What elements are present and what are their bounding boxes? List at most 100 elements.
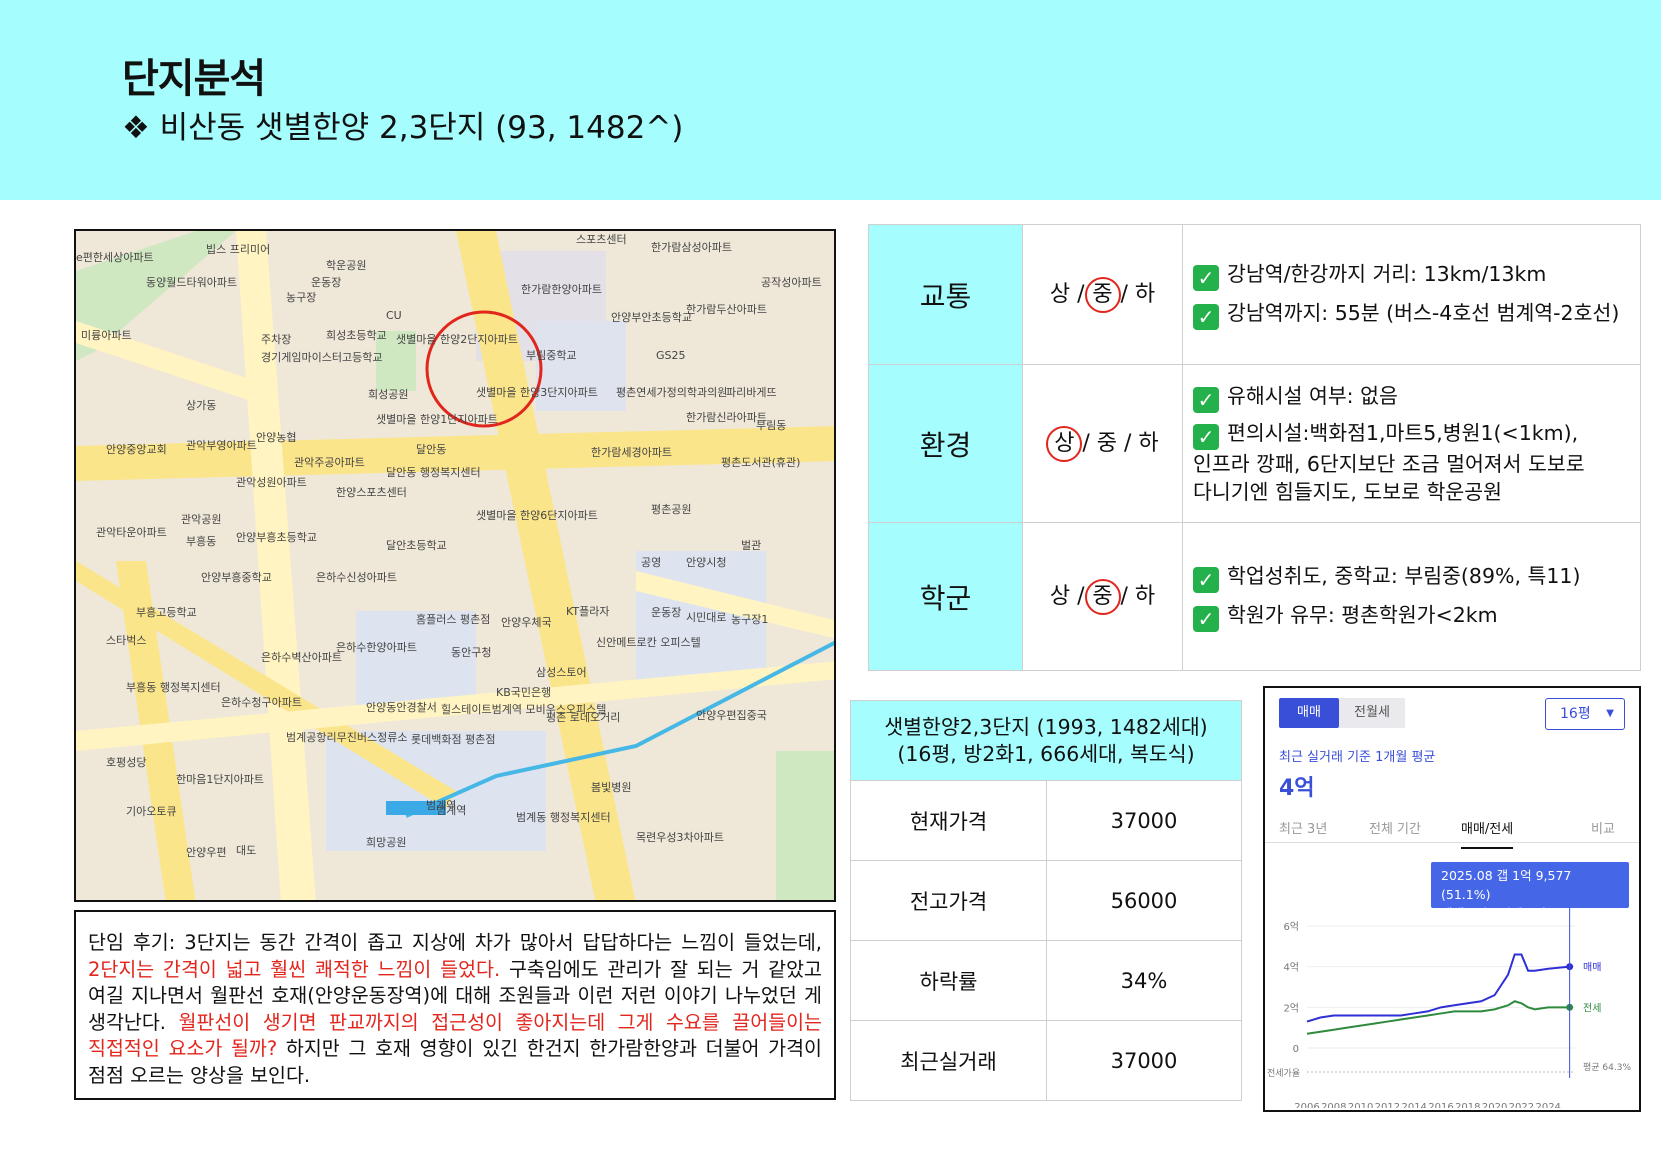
x-tick-label: 2006 [1294, 1102, 1319, 1108]
price-label: 하락률 [850, 940, 1047, 1021]
description-line: 강남역/한강까지 거리: 13km/13km [1227, 261, 1547, 286]
x-tick-label: 2018 [1455, 1102, 1480, 1108]
map-label: 경기게임마이스터고등학교 [261, 351, 382, 364]
map-label: 목련우성3차아파트 [636, 831, 724, 844]
map-label: 운동장 [651, 606, 681, 619]
level-cell: 상 / 중 / 하 [1022, 522, 1183, 671]
map-label: 안양중앙교회 [106, 443, 167, 456]
map-label: 안양부흥중학교 [201, 570, 272, 584]
map-label: 은하수한양아파트 [336, 640, 417, 654]
price-chart[interactable]: 6억4억2억02006 2008 2010 2012 2014 2016 2018 2020 2… [1265, 908, 1641, 1108]
map-label: 시민대로 [686, 611, 726, 624]
price-row: 전고가격 56000 [850, 860, 1242, 941]
map-label: 학운공원 [326, 259, 366, 272]
map-label: 관악성원아파트 [236, 476, 307, 489]
map-label: 부림중학교 [526, 349, 577, 362]
map-label: 관악타운아파트 [96, 526, 167, 539]
check-icon: ✓ [1193, 566, 1219, 593]
map-label: 달안동 행정복지센터 [386, 466, 481, 479]
map-label: 한가람한양아파트 [521, 283, 602, 296]
tab-rent[interactable]: 전월세 [1339, 698, 1405, 728]
rating-row-environment: 환경 상 / 중 / 하 ✓ 유해시설 여부: 없음 ✓ 편의시설:백화점1,마트5,… [868, 364, 1641, 523]
level-selected-mid: 중 [1084, 277, 1121, 313]
level-high: 상 / [1049, 282, 1085, 307]
map-label: 한양스포츠센터 [336, 486, 407, 499]
check-icon: ✓ [1193, 386, 1219, 413]
map-label: 기아오토큐 [126, 805, 177, 818]
period-all[interactable]: 전체 기간 [1369, 818, 1421, 837]
caret-down-icon: ▼ [1606, 708, 1614, 719]
map-label: 샛별마을 한양1단지아파트 [376, 413, 498, 426]
map-label: 평촌도서관(휴관) [721, 456, 800, 469]
tab-sale[interactable]: 매매 [1279, 698, 1339, 728]
map-label: 안양동안경찰서 [366, 701, 437, 714]
unit-info: (16평, 방2화1, 666세대, 복도식) [897, 741, 1195, 766]
map-label: 한가람세경아파트 [591, 446, 672, 459]
x-tick-label: 2010 [1348, 1102, 1373, 1108]
map-label: 운동장 [311, 276, 341, 289]
map-label: 신안메트로칸 오피스텔 [596, 636, 701, 649]
review-text-1: 단임 후기: 3단지는 동간 간격이 좁고 지상에 차가 많아서 답답하다는 느… [88, 931, 822, 954]
average-caption: 최근 실거래 기준 1개월 평균 [1279, 750, 1436, 765]
x-tick-label: 2008 [1321, 1102, 1346, 1108]
size-select[interactable]: 16평 ▼ [1545, 698, 1625, 730]
divider [1265, 842, 1639, 843]
level-cell: 상 / 중 / 하 [1022, 224, 1183, 365]
level-selected-high: 상 [1046, 426, 1083, 462]
y-tick-label: 4억 [1283, 962, 1299, 974]
level-low: / 하 [1120, 584, 1156, 609]
price-label: 최근실거래 [850, 1020, 1047, 1101]
map-label: 롯데백화점 평촌점 [411, 733, 495, 746]
x-tick-label: 2020 [1482, 1102, 1507, 1108]
description-cell: ✓ 유해시설 여부: 없음 ✓ 편의시설:백화점1,마트5,병원1(<1km), 인… [1182, 364, 1641, 523]
map-label: 안양우체국 [501, 616, 552, 629]
map-label: 농구장 [286, 291, 316, 304]
rating-table: 교통 상 / 중 / 하 ✓ 강남역/한강까지 거리: 13km/13km ✓ 강남역까… [868, 224, 1641, 671]
period-compare[interactable]: 비교 [1591, 818, 1615, 837]
location-map[interactable]: 빕스 프리미어 학운공원 스포츠센터 한가람삼성아파트 e편한세상아파트 동양월드타워아파… [74, 229, 836, 902]
price-value: 37000 [1046, 780, 1242, 861]
map-label: 안양시청 [686, 556, 726, 569]
map-label: 은하수신성아파트 [316, 570, 397, 584]
complex-info: 샛별한양2,3단지 (1993, 1482세대) [884, 714, 1208, 739]
header-banner: 단지분석 ❖ 비산동 샛별한양 2,3단지 (93, 1482^) [0, 0, 1661, 200]
map-label: 범계공항리무진버스정류소 [286, 731, 407, 744]
map-label: 범계역 [436, 804, 466, 817]
description-line: 유해시설 여부: 없음 [1227, 383, 1398, 408]
price-label: 현재가격 [850, 780, 1047, 861]
map-label: CU [386, 309, 402, 322]
map-label: 파리바게뜨 [726, 386, 777, 399]
check-icon: ✓ [1193, 423, 1219, 450]
map-label: 희망공원 [366, 836, 406, 849]
map-label: 주차장 [261, 333, 291, 346]
map-label: 빕스 프리미어 [206, 243, 270, 256]
period-recent-3y[interactable]: 최근 3년 [1279, 818, 1327, 837]
map-label: 봄빛병원 [591, 781, 631, 794]
y-tick-label: 0 [1293, 1044, 1299, 1055]
x-tick-label: 2016 [1428, 1102, 1453, 1108]
map-label: 달안초등학교 [386, 539, 447, 552]
map-label: 관악공원 [181, 513, 221, 526]
price-label: 전고가격 [850, 860, 1047, 941]
map-label: 안양부안초등학교 [611, 311, 692, 324]
ratio-series-label: 전세가율 [1267, 1068, 1300, 1079]
map-label: 은하수벽산아파트 [261, 650, 342, 664]
check-icon: ✓ [1193, 605, 1219, 632]
series-label: 전세 [1583, 1002, 1601, 1014]
period-sale-jeonse[interactable]: 매매/전세 [1461, 818, 1514, 849]
price-row: 최근실거래 37000 [850, 1020, 1242, 1101]
map-label: 샛별마을 한양6단지아파트 [476, 509, 598, 522]
size-select-value: 16평 [1560, 706, 1591, 722]
rating-row-traffic: 교통 상 / 중 / 하 ✓ 강남역/한강까지 거리: 13km/13km ✓ 강남역까… [868, 224, 1641, 365]
review-box: 단임 후기: 3단지는 동간 간격이 좁고 지상에 차가 많아서 답답하다는 느… [74, 910, 836, 1100]
map-label: 한가람두산아파트 [686, 303, 767, 316]
map-label: 삼성스토어 [536, 666, 587, 679]
map-label: KT플라자 [566, 605, 609, 618]
map-label: 상가동 [186, 399, 216, 412]
map-label: 범계동 행정복지센터 [516, 811, 611, 824]
series-label: 매매 [1583, 962, 1601, 974]
map-canvas[interactable]: 빕스 프리미어학운공원 스포츠센터한가람삼성아파트 e편한세상아파트동양월드타워아파… [76, 231, 836, 902]
price-value: 56000 [1046, 860, 1242, 941]
page-title: 단지분석 [122, 56, 266, 102]
y-tick-label: 6억 [1283, 921, 1299, 933]
